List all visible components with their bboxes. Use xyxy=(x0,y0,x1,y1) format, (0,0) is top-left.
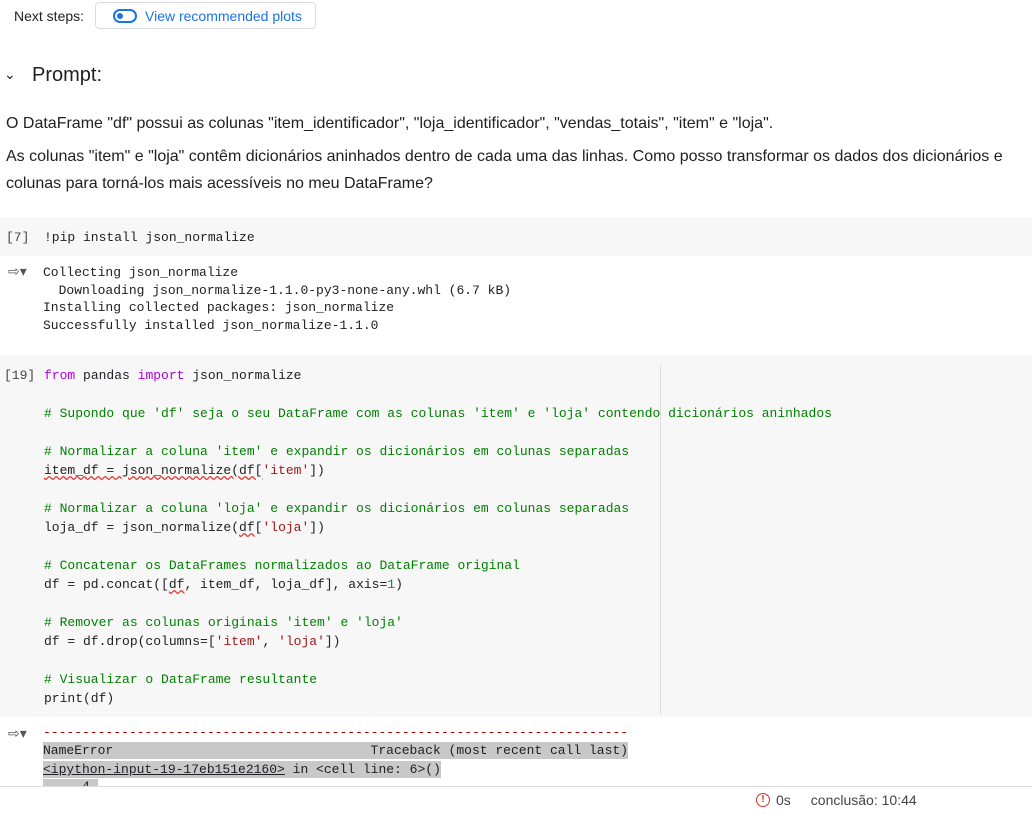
prompt-paragraph-1: O DataFrame "df" possui as colunas "item… xyxy=(6,115,774,132)
code-token: # Normalizar a coluna 'loja' e expandir … xyxy=(44,501,630,516)
status-divider xyxy=(0,786,1032,787)
view-recommended-plots-button[interactable]: View recommended plots xyxy=(95,2,316,29)
code-token: 'loja' xyxy=(262,520,310,535)
execution-count: [19] xyxy=(4,368,36,383)
code-token: item_df = json_normalize(df[ xyxy=(44,463,263,478)
code-line: # Visualizar o DataFrame resultante xyxy=(44,670,832,689)
traceback-label: Traceback (most recent call last) xyxy=(370,743,628,758)
code-line: item_df = json_normalize(df['item']) xyxy=(44,461,832,480)
code-editor[interactable]: from pandas import json_normalize # Supon… xyxy=(44,366,832,708)
code-line: # Normalizar a coluna 'item' e expandir … xyxy=(44,442,832,461)
code-token: # Normalizar a coluna 'item' e expandir … xyxy=(44,444,630,459)
status-bar: ! 0s conclusão: 10:44 xyxy=(756,792,917,808)
prompt-paragraph-2: As colunas "item" e "loja" contêm dicion… xyxy=(6,148,1003,192)
code-token: 'loja' xyxy=(278,634,325,649)
code-line: from pandas import json_normalize xyxy=(44,366,832,385)
code-line: # Normalizar a coluna 'loja' e expandir … xyxy=(44,499,832,518)
code-token: # Remover as colunas originais 'item' e … xyxy=(44,615,403,630)
completed-time: conclusão: 10:44 xyxy=(810,792,917,808)
code-token: df xyxy=(239,520,255,535)
code-token: # Visualizar o DataFrame resultante xyxy=(44,672,318,687)
error-where: in <cell line: 6>() xyxy=(284,762,441,777)
code-token: ]) xyxy=(309,463,325,478)
code-token: df = df.drop(columns=[ xyxy=(44,634,216,649)
next-steps-label: Next steps: xyxy=(14,8,85,24)
code-token: ]) xyxy=(324,634,341,649)
code-token: 'item' xyxy=(262,463,310,478)
code-line: # Concatenar os DataFrames normalizados … xyxy=(44,556,832,575)
code-line: loja_df = json_normalize(df['loja']) xyxy=(44,518,832,537)
code-line: df = df.drop(columns=['item', 'loja']) xyxy=(44,632,832,651)
code-line: print(df) xyxy=(44,689,832,708)
code-token: import xyxy=(137,368,185,383)
code-line: # Remover as colunas originais 'item' e … xyxy=(44,613,832,632)
code-token: pandas xyxy=(75,368,138,383)
error-separator: ----------------------------------------… xyxy=(43,725,629,740)
code-line: df = pd.concat([df, item_df, loja_df], a… xyxy=(44,575,832,594)
code-token: ) xyxy=(395,577,403,592)
code-token: , item_df, loja_df], axis= xyxy=(184,577,388,592)
error-lineno: 4 xyxy=(43,779,98,786)
code-token: # Supondo que 'df' seja o seu DataFrame … xyxy=(44,406,832,421)
code-token: ]) xyxy=(309,520,325,535)
chevron-down-icon[interactable]: ⌄ xyxy=(4,66,16,83)
code-line: # Supondo que 'df' seja o seu DataFrame … xyxy=(44,404,832,423)
traceback-link[interactable]: <ipython-input-19-17eb151e2160> xyxy=(43,762,285,777)
code-token: 1 xyxy=(387,577,396,592)
code-token: print(df) xyxy=(44,691,115,706)
button-label: View recommended plots xyxy=(145,7,302,24)
code-token: json_normalize xyxy=(184,368,302,383)
exec-time: 0s xyxy=(776,792,791,808)
code-token: 'item' xyxy=(215,634,263,649)
prompt-title: Prompt: xyxy=(32,64,103,86)
error-location: <ipython-input-19-17eb151e2160> in <cell… xyxy=(43,761,441,778)
code-token: df = pd.concat([ xyxy=(44,577,169,592)
error-icon: ! xyxy=(756,793,770,807)
code-token: # Concatenar os DataFrames normalizados … xyxy=(44,558,520,573)
output-toggle-icon[interactable]: ⇨▾ xyxy=(8,725,27,742)
error-header: NameError Traceback (most recent call las… xyxy=(43,742,628,759)
cell-output: Collecting json_normalize Downloading js… xyxy=(43,265,512,333)
code-token: from xyxy=(44,368,76,383)
execution-count: [7] xyxy=(6,230,30,245)
code-line: !pip install json_normalize xyxy=(44,230,255,245)
error-name: NameError xyxy=(43,743,114,758)
output-toggle-icon[interactable]: ⇨▾ xyxy=(8,263,27,280)
code-token: , xyxy=(262,634,279,649)
code-token: df xyxy=(168,577,185,592)
code-token: loja_df = json_normalize( xyxy=(44,520,240,535)
toggle-icon xyxy=(113,8,137,23)
